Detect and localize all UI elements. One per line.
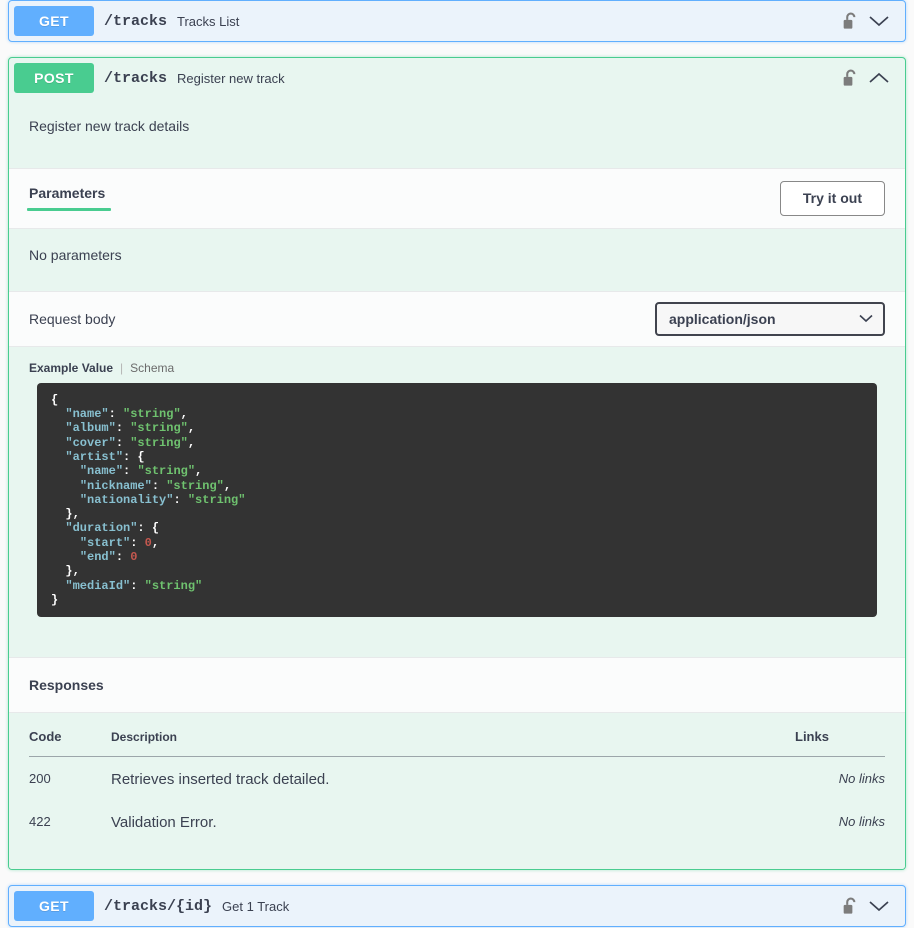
- tab-divider: |: [120, 360, 124, 375]
- operation-path: /tracks: [104, 12, 168, 30]
- content-type-select-wrapper[interactable]: application/json: [655, 301, 885, 336]
- parameters-section-header: Parameters Try it out: [9, 168, 905, 229]
- example-value-tab[interactable]: Example Value: [29, 361, 113, 375]
- request-body-header: Request body application/json: [9, 290, 905, 347]
- unlocked-padlock-icon[interactable]: [842, 897, 858, 916]
- response-description: Retrieves inserted track detailed.: [111, 771, 330, 789]
- column-header-description: Description: [111, 729, 795, 758]
- swagger-operations-list: GET /tracks Tracks List POST /tracks Reg…: [0, 0, 914, 928]
- example-value-code-block[interactable]: { "name": "string", "album": "string", "…: [37, 382, 877, 618]
- example-schema-tabs: Example Value | Schema: [9, 347, 905, 383]
- operation-controls: [842, 69, 900, 88]
- operation-summary-text: Register new track: [177, 70, 285, 86]
- column-header-links: Links: [795, 729, 885, 758]
- no-parameters-text: No parameters: [29, 246, 122, 263]
- example-value-code-wrapper: { "name": "string", "album": "string", "…: [9, 382, 905, 657]
- operation-post-tracks[interactable]: POST /tracks Register new track Register…: [8, 57, 906, 871]
- response-description: Validation Error.: [111, 814, 217, 832]
- parameters-tab[interactable]: Parameters: [26, 185, 112, 212]
- schema-tab[interactable]: Schema: [130, 361, 174, 375]
- operation-summary-text: Get 1 Track: [222, 898, 290, 914]
- operation-body: Register new track details Parameters Tr…: [9, 98, 905, 870]
- table-row: 422 Validation Error. No links: [29, 800, 885, 843]
- operation-summary-header[interactable]: GET /tracks Tracks List: [9, 1, 905, 41]
- unlocked-padlock-icon[interactable]: [842, 69, 858, 88]
- operation-get-track-by-id[interactable]: GET /tracks/{id} Get 1 Track: [8, 885, 906, 928]
- response-code: 422: [29, 814, 51, 830]
- responses-table-header-row: Code Description Links: [29, 729, 885, 758]
- operation-path: /tracks: [104, 69, 168, 87]
- try-it-out-button[interactable]: Try it out: [779, 181, 885, 216]
- operation-description: Register new track details: [29, 118, 190, 134]
- operation-path: /tracks/{id}: [104, 897, 213, 915]
- responses-table: Code Description Links 200 Retrieves ins…: [29, 729, 885, 843]
- operation-summary-header[interactable]: POST /tracks Register new track: [9, 58, 905, 98]
- http-method-badge: GET: [14, 891, 94, 922]
- chevron-down-icon[interactable]: [868, 899, 890, 913]
- table-row: 200 Retrieves inserted track detailed. N…: [29, 757, 885, 801]
- responses-section-header: Responses: [9, 657, 905, 714]
- response-links: No links: [838, 771, 885, 787]
- response-code: 200: [29, 771, 51, 787]
- responses-table-wrapper: Code Description Links 200 Retrieves ins…: [9, 713, 905, 869]
- operation-summary-header[interactable]: GET /tracks/{id} Get 1 Track: [9, 886, 905, 926]
- request-body-label: Request body: [29, 310, 116, 327]
- operation-summary-text: Tracks List: [177, 13, 240, 29]
- operation-controls: [842, 897, 900, 916]
- response-links: No links: [838, 814, 885, 830]
- http-method-badge: POST: [14, 63, 94, 93]
- operation-controls: [842, 12, 900, 31]
- chevron-down-icon[interactable]: [868, 14, 890, 28]
- content-type-select[interactable]: application/json: [655, 301, 885, 336]
- unlocked-padlock-icon[interactable]: [842, 12, 858, 31]
- responses-title: Responses: [29, 677, 104, 694]
- operation-get-tracks[interactable]: GET /tracks Tracks List: [8, 0, 906, 42]
- column-header-code: Code: [29, 729, 111, 758]
- chevron-up-icon[interactable]: [868, 71, 890, 85]
- http-method-badge: GET: [14, 6, 94, 36]
